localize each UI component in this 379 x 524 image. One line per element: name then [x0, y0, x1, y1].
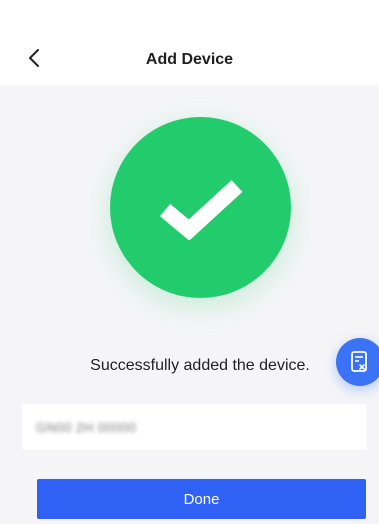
add-device-screen: Add Device Successfully added the device…	[0, 0, 379, 524]
device-name-card: GN00 2H 00000	[22, 404, 367, 450]
done-button[interactable]: Done	[37, 479, 366, 519]
device-name: GN00 2H 00000	[36, 419, 137, 435]
header-bar: Add Device	[0, 0, 379, 85]
floating-action-button[interactable]	[336, 338, 379, 386]
success-indicator	[110, 117, 291, 298]
success-message: Successfully added the device.	[90, 357, 310, 374]
checkmark-icon	[159, 179, 242, 240]
document-edit-icon	[351, 351, 367, 372]
page-title: Add Device	[145, 51, 234, 68]
